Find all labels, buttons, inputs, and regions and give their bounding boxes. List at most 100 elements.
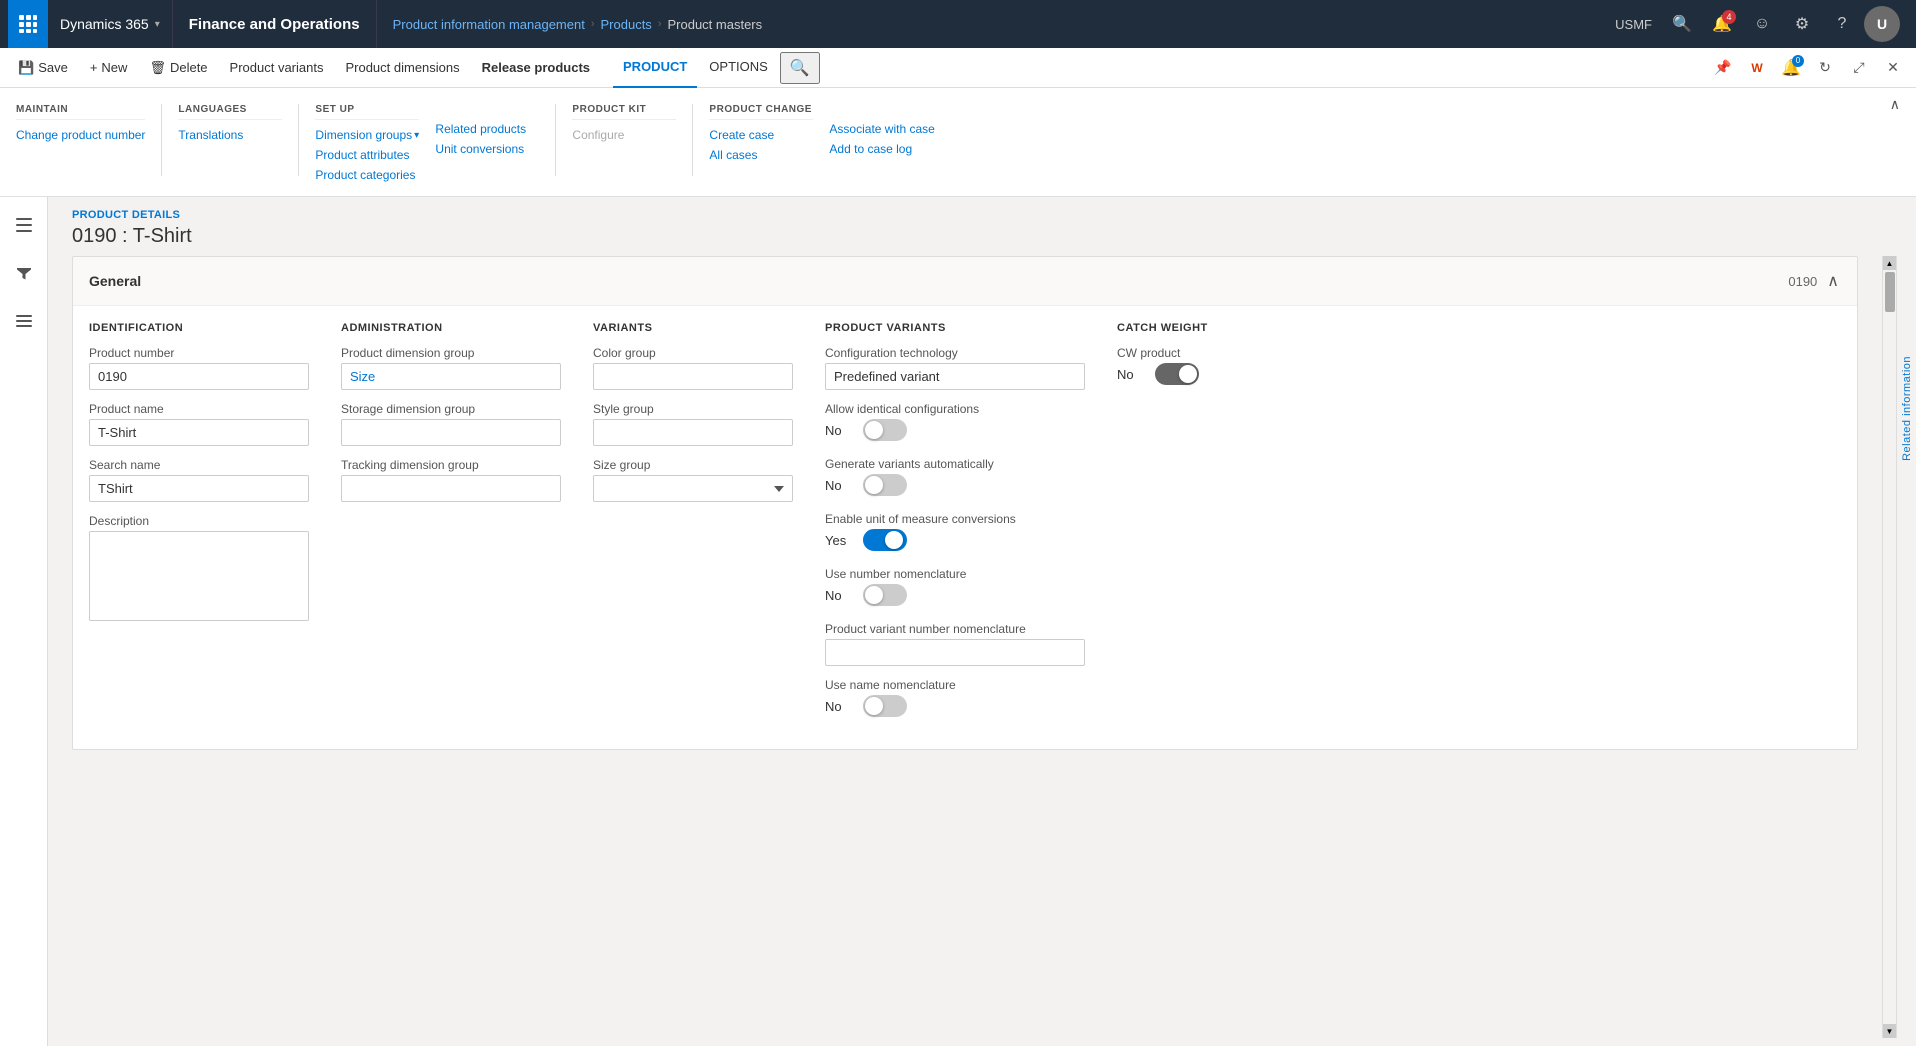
ribbon-collapse-button[interactable]: ∧ bbox=[1882, 92, 1908, 117]
storage-dimension-group-label: Storage dimension group bbox=[341, 402, 561, 416]
close-button[interactable]: ✕ bbox=[1878, 53, 1908, 83]
release-products-button[interactable]: Release products bbox=[472, 56, 600, 79]
breadcrumb: Product information management › Product… bbox=[377, 17, 1600, 32]
variants-header: VARIANTS bbox=[593, 322, 793, 334]
divider-1 bbox=[161, 104, 162, 176]
refresh-button[interactable]: ↻ bbox=[1810, 53, 1840, 83]
search-name-input[interactable] bbox=[89, 475, 309, 502]
product-name-label: Product name bbox=[89, 402, 309, 416]
app-grid-button[interactable] bbox=[8, 0, 48, 48]
generate-variants-toggle[interactable] bbox=[863, 474, 907, 496]
settings-button[interactable]: ⚙ bbox=[1784, 6, 1820, 42]
delete-button[interactable]: 🗑 Delete bbox=[139, 56, 217, 80]
breadcrumb-sep1: › bbox=[591, 18, 595, 30]
product-menu-ribbon: MAINTAIN Change product number LANGUAGES… bbox=[0, 88, 1916, 197]
storage-dimension-group-input[interactable] bbox=[341, 419, 561, 446]
breadcrumb-products[interactable]: Products bbox=[601, 17, 652, 32]
create-case-link[interactable]: Create case bbox=[709, 126, 813, 144]
use-name-nomenclature-field: Use name nomenclature No bbox=[825, 678, 1085, 717]
translations-link[interactable]: Translations bbox=[178, 126, 282, 144]
product-variants-header: PRODUCT VARIANTS bbox=[825, 322, 1085, 334]
use-number-nomenclature-toggle[interactable] bbox=[863, 584, 907, 606]
style-group-field: Style group bbox=[593, 402, 793, 446]
menu-section-change2: Associate with case Add to case log bbox=[829, 96, 950, 184]
allow-identical-field: Allow identical configurations No bbox=[825, 402, 1085, 441]
product-name-input[interactable] bbox=[89, 419, 309, 446]
scroll-thumb[interactable] bbox=[1885, 272, 1895, 312]
product-name-field: Product name bbox=[89, 402, 309, 446]
region-label: USMF bbox=[1607, 17, 1660, 32]
associate-with-case-link[interactable]: Associate with case bbox=[829, 120, 934, 138]
office-button[interactable]: W bbox=[1742, 53, 1772, 83]
kit-title: PRODUCT KIT bbox=[572, 104, 676, 120]
product-dimension-group-label: Product dimension group bbox=[341, 346, 561, 360]
dimension-groups-link[interactable]: Dimension groups ▾ bbox=[315, 126, 419, 144]
hamburger-menu-button[interactable] bbox=[4, 205, 44, 245]
tracking-dimension-group-input[interactable] bbox=[341, 475, 561, 502]
product-variants-button[interactable]: Product variants bbox=[220, 56, 334, 79]
size-group-label: Size group bbox=[593, 458, 793, 472]
product-dimensions-button[interactable]: Product dimensions bbox=[335, 56, 469, 79]
enable-uom-status: Yes bbox=[825, 533, 855, 548]
enable-uom-label: Enable unit of measure conversions bbox=[825, 512, 1085, 526]
help-button[interactable]: ? bbox=[1824, 6, 1860, 42]
ribbon-search-button[interactable]: 🔍 bbox=[780, 52, 820, 84]
product-attributes-link[interactable]: Product attributes bbox=[315, 146, 419, 164]
menu-section-maintain: MAINTAIN Change product number bbox=[16, 96, 161, 184]
new-button[interactable]: + New bbox=[80, 56, 138, 79]
product-dimension-group-field: Product dimension group bbox=[341, 346, 561, 390]
general-section-title: General bbox=[89, 273, 141, 289]
related-products-link[interactable]: Related products bbox=[435, 120, 539, 138]
administration-section: ADMINISTRATION Product dimension group S… bbox=[341, 322, 561, 733]
product-categories-link[interactable]: Product categories bbox=[315, 166, 419, 184]
enable-uom-toggle[interactable] bbox=[863, 529, 907, 551]
delete-label: Delete bbox=[170, 60, 208, 75]
variant-number-nomenclature-field: Product variant number nomenclature bbox=[825, 622, 1085, 666]
change-product-number-link[interactable]: Change product number bbox=[16, 126, 145, 144]
tab-product[interactable]: PRODUCT bbox=[613, 48, 697, 88]
search-name-label: Search name bbox=[89, 458, 309, 472]
color-group-label: Color group bbox=[593, 346, 793, 360]
scroll-up-button[interactable]: ▲ bbox=[1883, 256, 1897, 270]
avatar[interactable]: U bbox=[1864, 6, 1900, 42]
cw-product-status: No bbox=[1117, 367, 1147, 382]
unit-conversions-link[interactable]: Unit conversions bbox=[435, 140, 539, 158]
form-card-collapse-button[interactable]: ∧ bbox=[1825, 269, 1841, 293]
size-group-select[interactable] bbox=[593, 475, 793, 502]
list-view-button[interactable] bbox=[4, 301, 44, 341]
search-button[interactable]: 🔍 bbox=[1664, 6, 1700, 42]
notifications-button[interactable]: 🔔 4 bbox=[1704, 6, 1740, 42]
all-cases-link[interactable]: All cases bbox=[709, 146, 813, 164]
product-number-input[interactable] bbox=[89, 363, 309, 390]
ribbon-notif-button[interactable]: 🔔 0 bbox=[1776, 53, 1806, 83]
delete-icon: 🗑 bbox=[149, 60, 166, 76]
search-name-field: Search name bbox=[89, 458, 309, 502]
generate-variants-label: Generate variants automatically bbox=[825, 457, 1085, 471]
tab-options[interactable]: OPTIONS bbox=[699, 48, 778, 88]
maximize-button[interactable]: ⤢ bbox=[1844, 53, 1874, 83]
enable-uom-field: Enable unit of measure conversions Yes bbox=[825, 512, 1085, 551]
scroll-down-button[interactable]: ▼ bbox=[1883, 1024, 1897, 1038]
related-info-label[interactable]: Related information bbox=[1901, 356, 1913, 461]
dynamics-brand[interactable]: Dynamics 365 ▾ bbox=[48, 0, 173, 48]
use-name-nomenclature-label: Use name nomenclature bbox=[825, 678, 1085, 692]
identification-section: IDENTIFICATION Product number Product na… bbox=[89, 322, 309, 733]
add-to-case-log-link[interactable]: Add to case log bbox=[829, 140, 934, 158]
dimension-groups-arrow: ▾ bbox=[414, 130, 419, 141]
product-title: 0190 : T-Shirt bbox=[72, 225, 1892, 248]
color-group-field: Color group bbox=[593, 346, 793, 390]
style-group-input[interactable] bbox=[593, 419, 793, 446]
color-group-input[interactable] bbox=[593, 363, 793, 390]
filter-button[interactable] bbox=[4, 253, 44, 293]
pin-button[interactable]: 📌 bbox=[1708, 53, 1738, 83]
use-name-nomenclature-toggle[interactable] bbox=[863, 695, 907, 717]
product-dimension-group-input[interactable] bbox=[341, 363, 561, 390]
cw-product-toggle[interactable] bbox=[1155, 363, 1199, 385]
description-textarea[interactable] bbox=[89, 531, 309, 621]
allow-identical-toggle[interactable] bbox=[863, 419, 907, 441]
save-button[interactable]: 💾 Save bbox=[8, 56, 78, 80]
config-technology-input[interactable] bbox=[825, 363, 1085, 390]
variant-number-nomenclature-input[interactable] bbox=[825, 639, 1085, 666]
user-face-button[interactable]: ☺ bbox=[1744, 6, 1780, 42]
breadcrumb-pim[interactable]: Product information management bbox=[393, 17, 585, 32]
